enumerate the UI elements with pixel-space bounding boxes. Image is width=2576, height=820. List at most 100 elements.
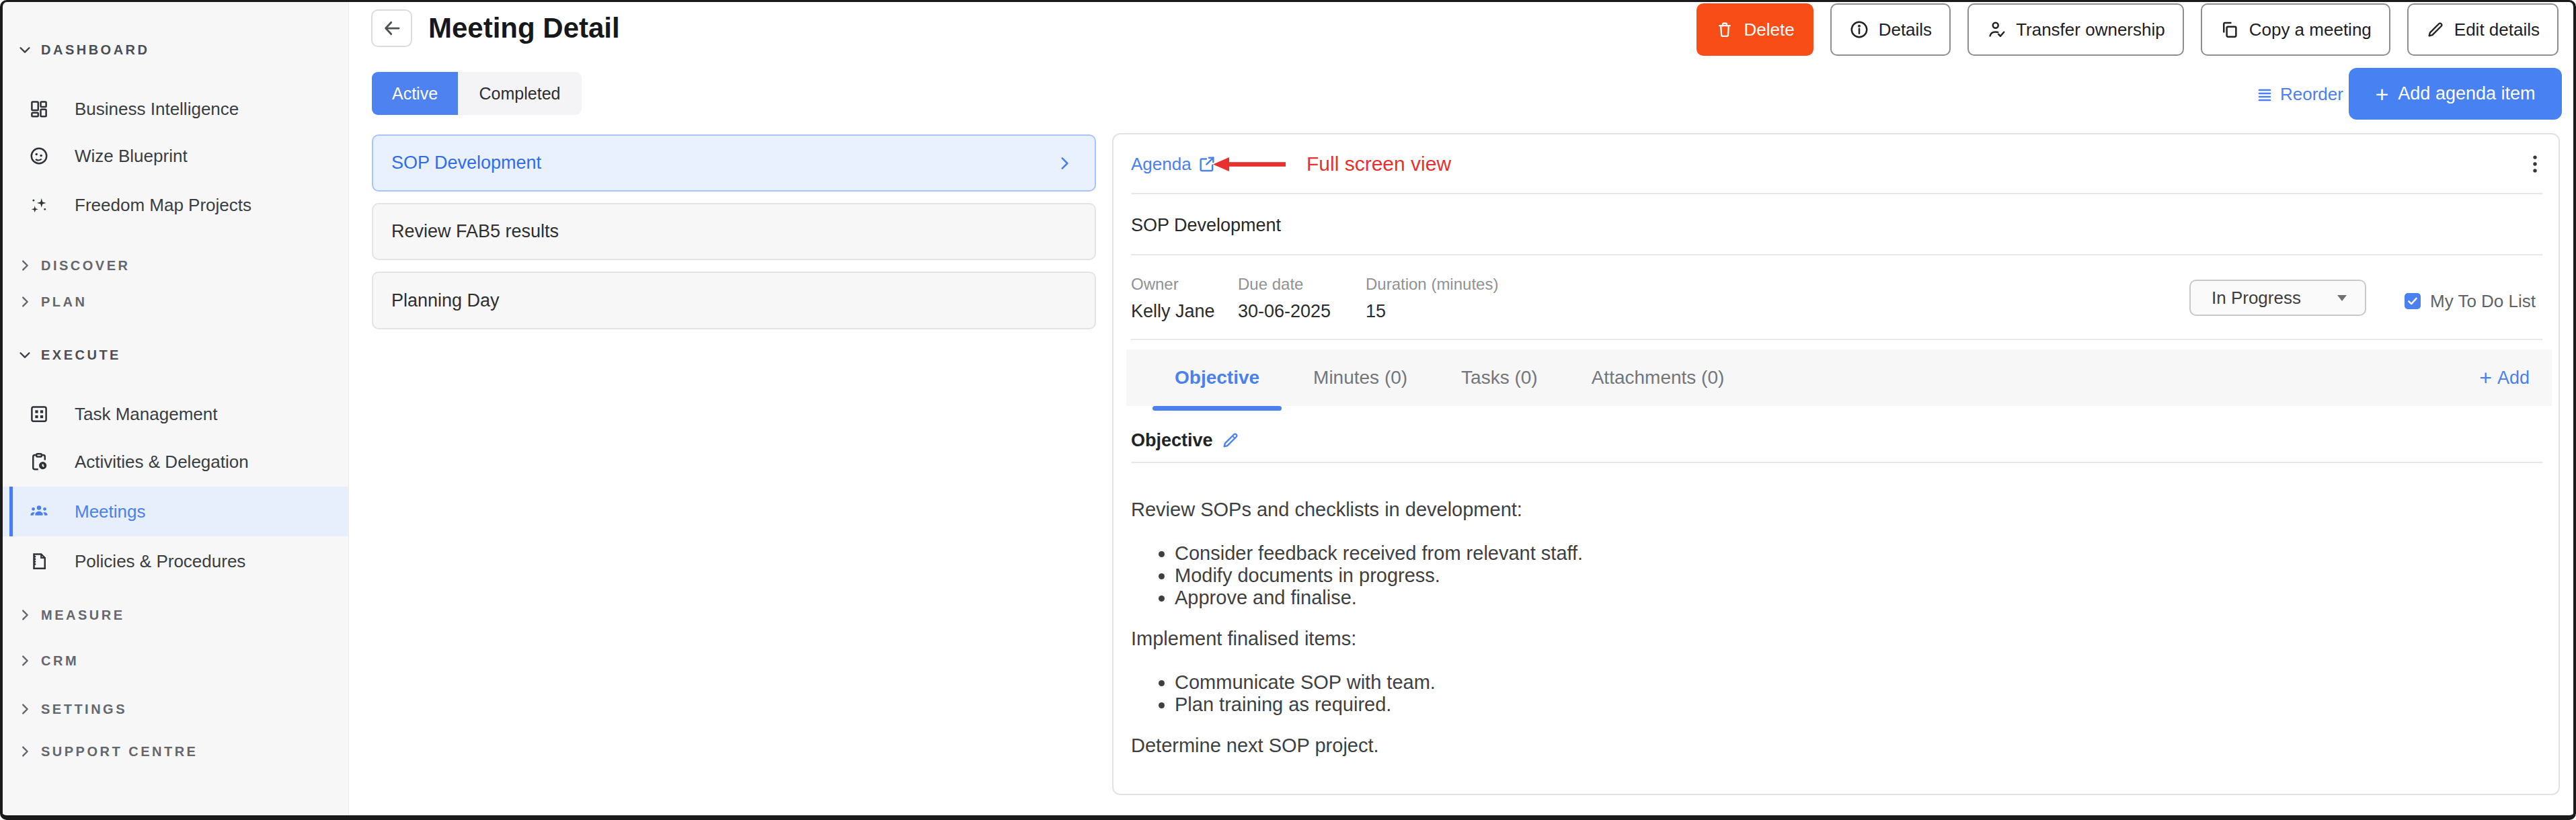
back-arrow-icon <box>382 18 402 38</box>
sidebar-section-plan[interactable]: PLAN <box>3 277 348 327</box>
edit-details-button[interactable]: Edit details <box>2407 3 2559 56</box>
owner-label: Owner <box>1131 275 1179 294</box>
sidebar-item-label: Business Intelligence <box>75 99 239 120</box>
sidebar-item-business-intelligence[interactable]: Business Intelligence <box>3 84 348 134</box>
chevron-right-icon <box>17 744 32 759</box>
agenda-detail-panel: Agenda Full screen view SOP Development … <box>1112 133 2560 795</box>
due-date-value: 30-06-2025 <box>1238 301 1331 322</box>
bullet-item: Approve and finalise. <box>1175 587 2505 609</box>
add-agenda-item-label: Add agenda item <box>2398 83 2535 104</box>
divider <box>1131 462 2542 463</box>
add-label: Add <box>2497 368 2530 388</box>
sidebar-item-wize-blueprint[interactable]: Wize Blueprint <box>3 131 348 181</box>
due-date-label: Due date <box>1238 275 1303 294</box>
add-agenda-item-button[interactable]: + Add agenda item <box>2349 68 2562 120</box>
annotation-arrow <box>1213 156 1286 173</box>
my-todo-label: My To Do List <box>2430 290 2536 312</box>
kebab-icon <box>2524 153 2546 175</box>
sidebar-section-support-centre[interactable]: SUPPORT CENTRE <box>3 727 348 776</box>
sidebar-item-meetings[interactable]: Meetings <box>3 487 348 536</box>
details-button[interactable]: Details <box>1830 3 1951 56</box>
sidebar-section-crm[interactable]: CRM <box>3 636 348 686</box>
add-link[interactable]: + Add <box>2479 350 2530 406</box>
chevron-right-icon <box>17 653 32 668</box>
active-completed-toggle: Active Completed <box>372 72 582 115</box>
plus-icon: + <box>2375 84 2388 104</box>
duration-label: Duration (minutes) <box>1366 275 1498 294</box>
delete-button[interactable]: Delete <box>1696 3 1813 56</box>
bullet-item: Plan training as required. <box>1175 694 2505 716</box>
meeting-detail-app: DASHBOARD Business Intelligence Wize Blu… <box>0 0 2576 820</box>
agenda-list-item-sop-development[interactable]: SOP Development <box>372 134 1096 192</box>
chevron-down-icon <box>17 347 32 362</box>
sidebar-section-label: CRM <box>41 653 79 669</box>
edit-pencil-icon[interactable] <box>1221 431 1240 450</box>
agenda-item-detail-title: SOP Development <box>1131 212 1281 239</box>
sparkles-icon <box>29 195 49 215</box>
trash-icon <box>1715 20 1734 39</box>
chevron-right-icon <box>17 258 32 273</box>
sidebar-item-policies-procedures[interactable]: Policies & Procedures <box>3 536 348 586</box>
details-label: Details <box>1879 19 1932 40</box>
reorder-lines-icon <box>2256 87 2273 103</box>
pencil-icon <box>2426 20 2445 39</box>
dashboard-grid-icon <box>29 99 49 119</box>
document-icon <box>29 551 49 571</box>
tab-completed[interactable]: Completed <box>458 72 582 115</box>
my-todo-checkbox[interactable] <box>2405 293 2421 309</box>
copy-meeting-label: Copy a meeting <box>2249 19 2372 40</box>
copy-meeting-button[interactable]: Copy a meeting <box>2201 3 2390 56</box>
sidebar-section-measure[interactable]: MEASURE <box>3 590 348 640</box>
objective-mid: Implement finalised items: <box>1131 628 2505 650</box>
person-check-icon <box>1986 19 2006 40</box>
kebab-menu[interactable] <box>2523 152 2547 176</box>
back-button[interactable] <box>371 9 412 47</box>
bullet-item: Consider feedback received from relevant… <box>1175 542 2505 565</box>
tab-tasks[interactable]: Tasks (0) <box>1439 350 1560 406</box>
sidebar-section-label: PLAN <box>41 294 87 310</box>
objective-bullets-2: Communicate SOP with team. Plan training… <box>1131 671 2505 716</box>
sidebar-item-activities-delegation[interactable]: Activities & Delegation <box>3 437 348 487</box>
clipboard-clock-icon <box>29 452 49 472</box>
plus-icon: + <box>2479 368 2492 387</box>
tab-minutes[interactable]: Minutes (0) <box>1291 350 1430 406</box>
sidebar-item-label: Task Management <box>75 404 217 425</box>
sidebar-item-freedom-map-projects[interactable]: Freedom Map Projects <box>3 180 348 230</box>
objective-intro: Review SOPs and checklists in developmen… <box>1131 499 2505 521</box>
sidebar: DASHBOARD Business Intelligence Wize Blu… <box>3 2 349 815</box>
page-title: Meeting Detail <box>428 13 620 43</box>
objective-outro: Determine next SOP project. <box>1131 735 2505 757</box>
sidebar-item-label: Policies & Procedures <box>75 551 245 572</box>
agenda-item-title: Planning Day <box>391 290 500 311</box>
objective-section-label: Objective <box>1131 428 1240 452</box>
meetings-people-icon <box>29 501 49 522</box>
header-actions: Delete Details Transfer ownership Copy a… <box>1696 3 2559 56</box>
status-select[interactable]: In Progress <box>2189 280 2366 316</box>
reorder-link[interactable]: Reorder <box>2256 84 2343 105</box>
delete-label: Delete <box>1744 19 1794 40</box>
sidebar-section-dashboard[interactable]: DASHBOARD <box>3 25 348 75</box>
copy-icon <box>2220 19 2240 40</box>
chevron-right-icon <box>17 608 32 622</box>
objective-bullets-1: Consider feedback received from relevant… <box>1131 542 2505 609</box>
sidebar-item-task-management[interactable]: Task Management <box>3 389 348 439</box>
tab-active[interactable]: Active <box>372 72 458 115</box>
sidebar-section-label: DISCOVER <box>41 258 130 274</box>
bullet-item: Modify documents in progress. <box>1175 565 2505 587</box>
tab-attachments[interactable]: Attachments (0) <box>1569 350 1747 406</box>
status-value: In Progress <box>2212 288 2301 309</box>
chevron-down-icon <box>17 42 32 57</box>
agenda-list-item-review-fab5[interactable]: Review FAB5 results <box>372 203 1096 260</box>
sidebar-section-execute[interactable]: EXECUTE <box>3 330 348 380</box>
face-icon <box>29 146 49 166</box>
agenda-fullscreen-link[interactable]: Agenda <box>1131 151 1216 177</box>
detail-tabs: Objective Minutes (0) Tasks (0) Attachme… <box>1126 350 2552 406</box>
reorder-label: Reorder <box>2280 84 2343 105</box>
sidebar-section-label: MEASURE <box>41 608 125 623</box>
transfer-ownership-button[interactable]: Transfer ownership <box>1967 3 2184 56</box>
agenda-list-item-planning-day[interactable]: Planning Day <box>372 272 1096 329</box>
divider <box>1131 193 2542 194</box>
agenda-link-label: Agenda <box>1131 154 1192 175</box>
tab-objective[interactable]: Objective <box>1153 350 1282 406</box>
sidebar-section-label: SUPPORT CENTRE <box>41 744 198 760</box>
